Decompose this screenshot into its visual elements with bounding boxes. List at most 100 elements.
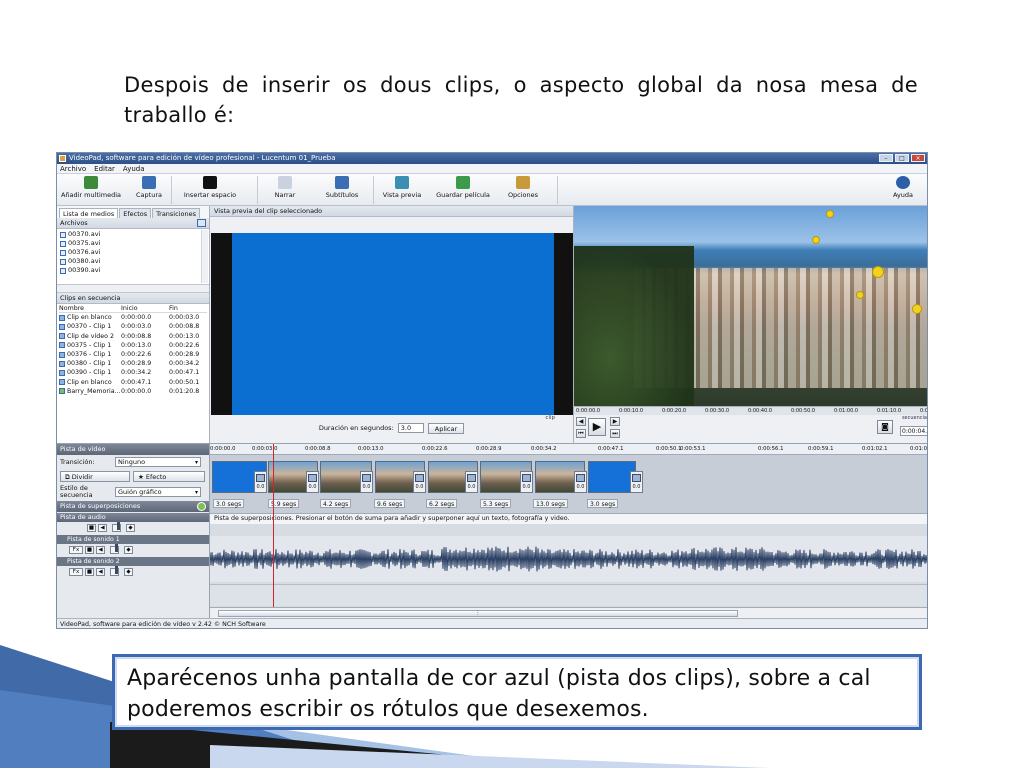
clip-duration-label[interactable]: 3.0 segs	[587, 499, 619, 508]
close-button[interactable]: ×	[911, 154, 925, 162]
rewind-button[interactable]: ◀	[576, 417, 586, 426]
clip-start: 0:00:08.8	[121, 332, 152, 340]
table-row[interactable]: Clip en blanco 0:00:47.1 0:00:50.1	[59, 378, 207, 387]
track1-fx-icon[interactable]: Fx	[69, 546, 83, 554]
folder-icon[interactable]	[197, 219, 206, 227]
overlay-track[interactable]: Pista de superposiciones. Presionar el b…	[210, 513, 927, 524]
clip-duration-label[interactable]: 9.6 segs	[374, 499, 406, 508]
transition-slot[interactable]: 0.0	[574, 471, 587, 493]
toolbar-button-subtitles[interactable]: Subtítulos	[317, 176, 367, 199]
table-row[interactable]: 00380 - Clip 1 0:00:28.9 0:00:34.2	[59, 359, 207, 368]
toolbar-button-save-movie[interactable]: Guardar película	[433, 176, 493, 199]
timeline-ruler-tick: 0:00:34.2	[531, 446, 557, 452]
track2-volume-max-icon[interactable]: ◆	[124, 568, 133, 576]
file-item[interactable]: 00376.avi	[60, 248, 206, 257]
sequence-label: secuencia	[901, 415, 927, 421]
transition-slot[interactable]: 0.0	[465, 471, 478, 493]
play-button[interactable]: ▶	[588, 418, 606, 436]
transition-select[interactable]: Ninguno	[115, 457, 201, 467]
table-row[interactable]: 00376 - Clip 1 0:00:22.6 0:00:28.9	[59, 350, 207, 359]
column-end[interactable]: Fin	[169, 304, 209, 313]
toolbar-button-narrate[interactable]: Narrar	[263, 176, 307, 199]
go-end-button[interactable]: ⏭	[610, 429, 620, 438]
speaker-icon[interactable]: ◀	[98, 524, 107, 532]
go-start-button[interactable]: ⏮	[576, 429, 586, 438]
table-row[interactable]: Clip en blanco 0:00:00.0 0:00:03.0	[59, 313, 207, 322]
audio-volume-slider[interactable]	[112, 522, 121, 532]
toolbar-button-preview[interactable]: Vista previa	[379, 176, 425, 199]
file-item[interactable]: 00380.avi	[60, 257, 206, 266]
transition-slot[interactable]: 0.0	[413, 471, 426, 493]
timeline-ruler-tick: 0:00:08.8	[305, 446, 331, 452]
clip-duration-label[interactable]: 6.2 segs	[426, 499, 458, 508]
toolbar-button-help[interactable]: Ayuda	[883, 176, 923, 199]
transition-slot[interactable]: 0.0	[520, 471, 533, 493]
timeline-ruler[interactable]: 0:00:00.0 0:00:03.0 0:00:08.8 0:00:13.0 0:00…	[210, 444, 927, 455]
table-row[interactable]: 00370 - Clip 1 0:00:03.0 0:00:08.8	[59, 322, 207, 331]
volume-max-icon[interactable]: ◆	[126, 524, 135, 532]
file-item[interactable]: 00375.avi	[60, 239, 206, 248]
transition-slot[interactable]: 0.0	[254, 471, 267, 493]
file-list-hscrollbar[interactable]	[57, 285, 209, 293]
transition-slot[interactable]: 0.0	[360, 471, 373, 493]
sequence-time-ruler[interactable]: 0:00:00.0 0:00:10.0 0:00:20.0 0:00:30.0 0:00…	[574, 406, 927, 415]
style-select[interactable]: Guión gráfico	[115, 487, 201, 497]
duration-input[interactable]: 3.0	[397, 423, 424, 433]
toolbar-button-capture[interactable]: Captura	[127, 176, 171, 199]
table-row[interactable]: Barry_Memoria... 0:00:00.0 0:01:20.8	[59, 387, 207, 396]
menu-archivo[interactable]: Archivo	[60, 164, 86, 173]
snapshot-button[interactable]: ◙	[877, 420, 893, 434]
file-item[interactable]: 00390.avi	[60, 266, 206, 275]
add-overlay-icon[interactable]	[197, 502, 206, 511]
clip-duration-label[interactable]: 5.3 segs	[480, 499, 512, 508]
track1-volume-max-icon[interactable]: ◆	[124, 546, 133, 554]
tab-effects[interactable]: Efectos	[119, 208, 152, 218]
table-row[interactable]: Clip de vídeo 2 0:00:08.8 0:00:13.0	[59, 332, 207, 341]
clip-start: 0:00:00.0	[121, 314, 152, 322]
file-item[interactable]: 00370.avi	[60, 230, 206, 239]
apply-button[interactable]: Aplicar	[427, 422, 465, 434]
playhead[interactable]	[273, 444, 274, 607]
maximize-button[interactable]: □	[895, 154, 909, 162]
toolbar-button-add-media[interactable]: Añadir multimedia	[59, 176, 123, 199]
video-track[interactable]: 0.0 0.0 0.0 0.0 0.0 0.0 0.0 0.0 3.0 segs 5.9 segs…	[210, 455, 927, 513]
effect-label: Efecto	[145, 472, 167, 481]
time-display[interactable]: 0:00:04.	[900, 426, 927, 436]
menu-ayuda[interactable]: Ayuda	[123, 164, 145, 173]
track2-speaker-icon[interactable]: ◀	[96, 568, 105, 576]
split-button[interactable]: ⧉ Dividir	[60, 470, 130, 482]
clip-duration-label[interactable]: 13.0 segs	[533, 499, 569, 508]
step-forward-button[interactable]: ▶	[610, 417, 620, 426]
menu-editar[interactable]: Editar	[94, 164, 115, 173]
table-row[interactable]: 00375 - Clip 1 0:00:13.0 0:00:22.6	[59, 341, 207, 350]
tab-transitions[interactable]: Transiciones	[152, 208, 200, 218]
tab-media-list[interactable]: Lista de medios	[59, 208, 119, 218]
timeline-ruler-tick: 0:00:53.1	[680, 446, 706, 452]
minimize-button[interactable]: –	[879, 154, 893, 162]
track1-volume-slider[interactable]	[110, 544, 119, 554]
track2-volume-slider[interactable]	[110, 566, 119, 576]
toolbar-button-options[interactable]: Opciones	[501, 176, 545, 199]
toolbar-label: Ayuda	[892, 191, 914, 199]
mute-icon[interactable]: ■	[87, 524, 96, 532]
track1-mute-icon[interactable]: ■	[85, 546, 94, 554]
timeline-clip[interactable]	[588, 461, 636, 493]
column-name[interactable]: Nombre	[59, 304, 121, 313]
caption-box: Aparécenos unha pantalla de cor azul (pi…	[112, 654, 922, 730]
track2-fx-icon[interactable]: Fx	[69, 568, 83, 576]
table-row[interactable]: 00390 - Clip 1 0:00:34.2 0:00:47.1	[59, 368, 207, 377]
column-start[interactable]: Inicio	[121, 304, 169, 313]
clip-duration-label[interactable]: 3.0 segs	[213, 499, 245, 508]
transition-slot[interactable]: 0.0	[306, 471, 319, 493]
track2-mute-icon[interactable]: ■	[85, 568, 94, 576]
toolbar-button-insert-blank[interactable]: Insertar espacio	[177, 176, 243, 199]
timeline-scroll-thumb[interactable]: ⋮	[218, 610, 738, 617]
effect-button[interactable]: ★ Efecto	[133, 470, 205, 482]
track1-speaker-icon[interactable]: ◀	[96, 546, 105, 554]
sound-track-2-lane[interactable]	[210, 584, 927, 606]
file-list-scrollbar[interactable]	[201, 230, 208, 283]
clip-duration-label[interactable]: 4.2 segs	[320, 499, 352, 508]
clip-icon	[59, 323, 65, 330]
transition-slot[interactable]: 0.0	[630, 471, 643, 493]
audio-track-waveform[interactable]	[210, 536, 927, 582]
